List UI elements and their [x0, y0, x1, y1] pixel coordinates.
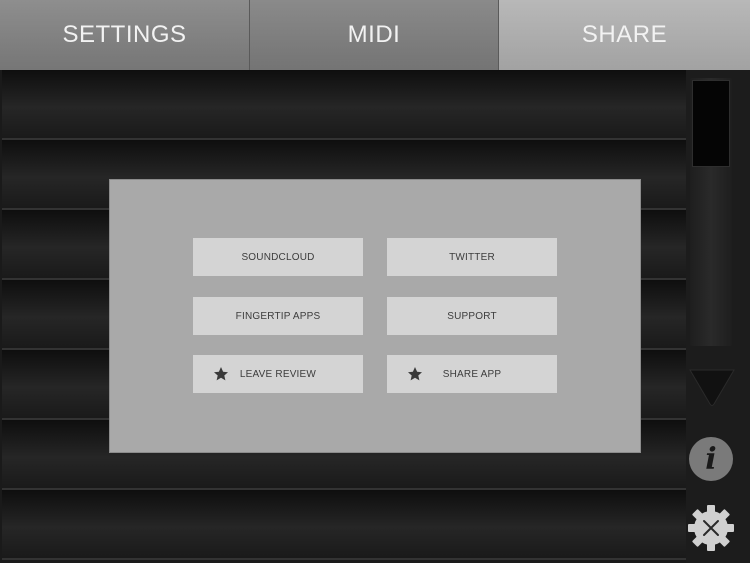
key-strip[interactable] — [2, 70, 686, 140]
star-icon — [214, 367, 228, 381]
share-panel: SOUNDCLOUD TWITTER FINGERTIP APPS SUPPOR… — [110, 180, 640, 452]
button-label: LEAVE REVIEW — [239, 368, 317, 380]
tab-midi[interactable]: MIDI — [250, 0, 499, 70]
tab-bar: SETTINGS MIDI SHARE — [0, 0, 750, 70]
slider-level[interactable] — [692, 80, 730, 167]
key-strip[interactable] — [2, 490, 686, 560]
leave-review-button[interactable]: LEAVE REVIEW — [193, 355, 363, 393]
button-label: FINGERTIP APPS — [235, 310, 321, 322]
soundcloud-button[interactable]: SOUNDCLOUD — [193, 238, 363, 276]
side-controls: i — [686, 70, 750, 563]
button-label: SUPPORT — [447, 310, 497, 322]
twitter-button[interactable]: TWITTER — [387, 238, 557, 276]
tab-settings[interactable]: SETTINGS — [0, 0, 250, 70]
vertical-slider[interactable] — [690, 78, 732, 346]
share-app-button[interactable]: SHARE APP — [387, 355, 557, 393]
support-button[interactable]: SUPPORT — [387, 297, 557, 335]
fingertip-apps-button[interactable]: FINGERTIP APPS — [193, 297, 363, 335]
button-label: SHARE APP — [442, 368, 502, 380]
button-label: TWITTER — [449, 251, 495, 263]
info-icon[interactable]: i — [689, 437, 733, 481]
button-label: SOUNDCLOUD — [241, 251, 315, 263]
star-icon — [408, 367, 422, 381]
app-window: SETTINGS MIDI SHARE i SOUNDCLOUD TWITTER… — [0, 0, 750, 563]
tab-share[interactable]: SHARE — [499, 0, 750, 70]
triangle-down-icon[interactable] — [688, 366, 736, 408]
gear-close-icon[interactable] — [687, 504, 735, 552]
